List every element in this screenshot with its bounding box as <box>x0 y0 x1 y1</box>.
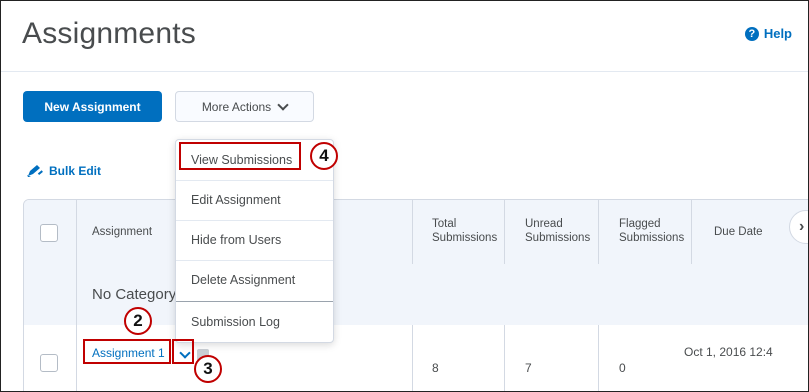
help-link[interactable]: ? Help <box>744 26 792 41</box>
pencil-icon <box>27 165 43 177</box>
bulk-edit-label: Bulk Edit <box>49 164 102 178</box>
menu-item-submission-log[interactable]: Submission Log <box>176 302 333 342</box>
more-actions-button[interactable]: More Actions <box>175 91 314 122</box>
column-divider <box>412 325 413 391</box>
help-icon: ? <box>744 26 759 41</box>
header-unread-submissions[interactable]: Unread Submissions <box>525 217 590 245</box>
column-divider <box>76 200 77 391</box>
header-unread-line2: Submissions <box>525 232 591 244</box>
select-all-checkbox[interactable] <box>40 224 58 242</box>
header-due-date[interactable]: Due Date <box>714 225 763 239</box>
more-actions-label: More Actions <box>201 99 272 114</box>
chevron-down-icon <box>277 98 289 111</box>
column-divider <box>691 200 692 264</box>
total-submissions-cell: 8 <box>432 361 439 375</box>
highlight-context-button <box>172 339 194 364</box>
column-divider <box>504 200 505 264</box>
callout-badge-4: 4 <box>310 142 338 170</box>
row-checkbox[interactable] <box>40 354 58 372</box>
chevron-right-icon: › <box>799 218 805 235</box>
highlight-view-submissions <box>179 142 301 170</box>
page-title: Assignments <box>22 17 196 50</box>
help-label: Help <box>763 26 792 41</box>
scroll-right-button[interactable]: › <box>789 210 808 244</box>
column-divider <box>598 325 599 391</box>
callout-badge-2: 2 <box>124 307 152 335</box>
menu-item-edit-assignment[interactable]: Edit Assignment <box>176 180 333 220</box>
header-total-line1: Total <box>432 218 457 230</box>
header-total-submissions[interactable]: Total Submissions <box>432 217 497 245</box>
bulk-edit-button[interactable]: Bulk Edit <box>27 164 101 178</box>
menu-item-delete-assignment[interactable]: Delete Assignment <box>176 260 333 300</box>
header-flagged-submissions[interactable]: Flagged Submissions <box>619 217 684 245</box>
unread-submissions-cell: 7 <box>525 361 532 375</box>
header-unread-line1: Unread <box>525 218 563 230</box>
header-divider <box>1 71 808 72</box>
menu-item-hide-from-users[interactable]: Hide from Users <box>176 220 333 260</box>
due-date-cell: Oct 1, 2016 12:4 <box>684 345 773 359</box>
new-assignment-button[interactable]: New Assignment <box>23 91 162 122</box>
callout-badge-3: 3 <box>194 355 222 383</box>
column-divider <box>504 325 505 391</box>
category-label: No Category <box>92 286 177 303</box>
header-flagged-line2: Submissions <box>619 232 685 244</box>
header-flagged-line1: Flagged <box>619 218 661 230</box>
header-assignment[interactable]: Assignment <box>92 225 152 239</box>
column-divider <box>598 200 599 264</box>
assignments-page: Assignments ? Help New Assignment More A… <box>0 0 809 392</box>
highlight-assignment-link <box>83 339 171 364</box>
flagged-submissions-cell: 0 <box>619 361 626 375</box>
column-divider <box>412 200 413 264</box>
header-total-line2: Submissions <box>432 232 498 244</box>
